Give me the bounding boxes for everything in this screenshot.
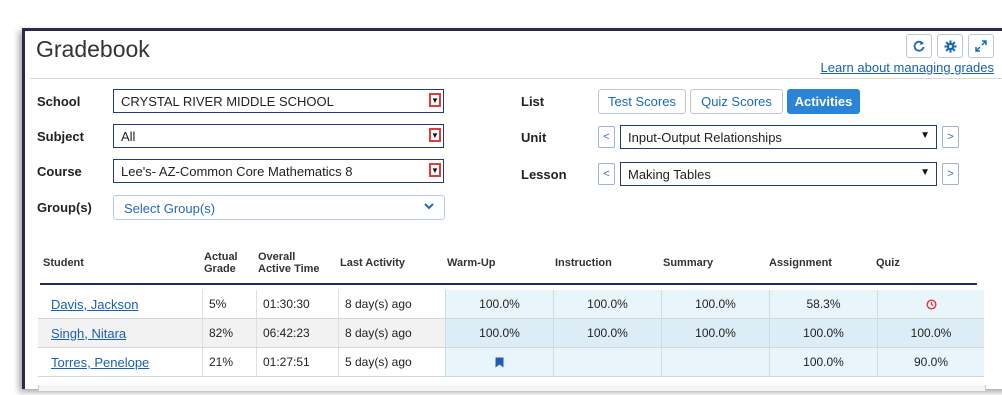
assignment-cell[interactable]: 100.0% xyxy=(769,348,877,376)
school-label: School xyxy=(37,94,81,109)
groups-select[interactable]: Select Group(s) xyxy=(113,195,445,220)
refresh-button[interactable] xyxy=(906,34,932,58)
header-actual-grade-line2: Grade xyxy=(204,263,236,275)
header-overall-active-time[interactable]: Overall Active Time xyxy=(258,251,320,275)
course-value: Lee's- AZ-Common Core Mathematics 8 xyxy=(121,164,353,179)
header-student[interactable]: Student xyxy=(43,257,84,269)
time-cell: 01:30:30 xyxy=(256,290,338,318)
table-row: Singh, Nitara 82% 06:42:23 8 day(s) ago … xyxy=(38,319,984,348)
table-row: Torres, Penelope 21% 01:27:51 5 day(s) a… xyxy=(38,348,984,377)
header-warmup[interactable]: Warm-Up xyxy=(447,257,495,269)
learn-managing-grades-link[interactable]: Learn about managing grades xyxy=(821,60,994,75)
header-actual-grade-line1: Actual xyxy=(204,251,238,263)
expand-icon xyxy=(975,40,987,52)
subject-label: Subject xyxy=(37,129,84,144)
quiz-cell[interactable]: 100.0% xyxy=(877,319,984,347)
school-select[interactable]: CRYSTAL RIVER MIDDLE SCHOOL ▼ xyxy=(113,89,444,113)
summary-cell[interactable]: 100.0% xyxy=(661,290,769,318)
header-divider-line xyxy=(40,283,977,285)
student-link[interactable]: Davis, Jackson xyxy=(38,297,138,312)
instruction-cell[interactable] xyxy=(553,348,661,376)
course-label: Course xyxy=(37,164,82,179)
header-actual-grade[interactable]: Actual Grade xyxy=(204,251,238,275)
horizontal-scrollbar[interactable] xyxy=(38,385,986,392)
subject-value: All xyxy=(121,129,136,144)
last-activity-cell: 8 day(s) ago xyxy=(338,319,445,347)
gear-icon xyxy=(943,39,957,53)
header-summary[interactable]: Summary xyxy=(663,257,713,269)
course-select[interactable]: Lee's- AZ-Common Core Mathematics 8 ▼ xyxy=(113,159,444,183)
grade-cell: 5% xyxy=(202,290,256,318)
unit-prev-button[interactable]: < xyxy=(598,126,615,148)
lesson-select[interactable]: Making Tables ▼ xyxy=(620,162,937,186)
time-cell: 01:27:51 xyxy=(256,348,338,376)
lesson-next-button[interactable]: > xyxy=(942,163,959,185)
lesson-value: Making Tables xyxy=(628,167,711,182)
grade-cell: 21% xyxy=(202,348,256,376)
header-active-time-line2: Active Time xyxy=(258,263,320,275)
header-divider xyxy=(30,78,1002,79)
chevron-down-icon xyxy=(424,201,434,213)
header-last-activity[interactable]: Last Activity xyxy=(340,257,405,269)
header-instruction[interactable]: Instruction xyxy=(555,257,612,269)
groups-label: Group(s) xyxy=(37,200,92,215)
summary-cell[interactable] xyxy=(661,348,769,376)
warmup-cell[interactable] xyxy=(445,348,553,376)
dropdown-arrow-icon[interactable]: ▼ xyxy=(429,93,441,107)
list-label: List xyxy=(521,94,545,109)
unit-label: Unit xyxy=(521,130,547,145)
dropdown-arrow-icon[interactable]: ▼ xyxy=(429,163,441,177)
quiz-cell[interactable] xyxy=(877,290,984,318)
header-assignment[interactable]: Assignment xyxy=(769,257,832,269)
tab-quiz-scores[interactable]: Quiz Scores xyxy=(690,89,783,114)
time-cell: 06:42:23 xyxy=(256,319,338,347)
dropdown-arrow-icon[interactable]: ▼ xyxy=(429,128,441,142)
last-activity-cell: 8 day(s) ago xyxy=(338,290,445,318)
quiz-cell[interactable]: 90.0% xyxy=(877,348,984,376)
lesson-label: Lesson xyxy=(521,167,567,182)
unit-select[interactable]: Input-Output Relationships ▼ xyxy=(620,125,937,149)
header-active-time-line1: Overall xyxy=(258,251,296,263)
dropdown-arrow-icon: ▼ xyxy=(920,167,930,178)
student-link[interactable]: Torres, Penelope xyxy=(38,355,149,370)
page-title: Gradebook xyxy=(36,36,150,62)
unit-value: Input-Output Relationships xyxy=(628,130,782,145)
grade-cell: 82% xyxy=(202,319,256,347)
refresh-icon xyxy=(913,40,925,52)
school-value: CRYSTAL RIVER MIDDLE SCHOOL xyxy=(121,94,334,109)
tab-test-scores[interactable]: Test Scores xyxy=(598,89,686,114)
assignment-cell[interactable]: 100.0% xyxy=(769,319,877,347)
summary-cell[interactable]: 100.0% xyxy=(661,319,769,347)
clock-icon xyxy=(925,298,937,310)
instruction-cell[interactable]: 100.0% xyxy=(553,319,661,347)
tab-activities[interactable]: Activities xyxy=(787,89,860,114)
header-quiz[interactable]: Quiz xyxy=(876,257,900,269)
table-row: Davis, Jackson 5% 01:30:30 8 day(s) ago … xyxy=(38,290,984,319)
settings-button[interactable] xyxy=(937,34,963,58)
groups-placeholder: Select Group(s) xyxy=(124,201,216,216)
assignment-cell[interactable]: 58.3% xyxy=(769,290,877,318)
subject-select[interactable]: All ▼ xyxy=(113,124,444,148)
bookmark-icon xyxy=(495,357,504,367)
warmup-cell[interactable]: 100.0% xyxy=(445,290,553,318)
dropdown-arrow-icon: ▼ xyxy=(920,130,930,141)
warmup-cell[interactable]: 100.0% xyxy=(445,319,553,347)
expand-button[interactable] xyxy=(968,34,994,58)
unit-next-button[interactable]: > xyxy=(942,126,959,148)
last-activity-cell: 5 day(s) ago xyxy=(338,348,445,376)
student-link[interactable]: Singh, Nitara xyxy=(38,326,126,341)
instruction-cell[interactable]: 100.0% xyxy=(553,290,661,318)
lesson-prev-button[interactable]: < xyxy=(598,163,615,185)
